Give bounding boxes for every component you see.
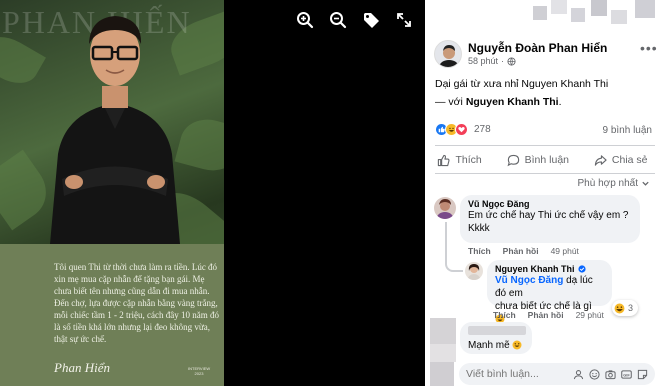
reply-author: Nguyen Khanh Thi	[495, 264, 604, 274]
commenter-avatar[interactable]	[434, 197, 456, 219]
zoom-in-icon[interactable]	[296, 11, 314, 29]
separator-dot: ·	[501, 56, 505, 66]
mention-link[interactable]: Vũ Ngọc Đăng	[495, 275, 563, 286]
reply-reply-button[interactable]: Phản hồi	[528, 310, 564, 320]
comment-text: Kkkk	[468, 223, 490, 234]
reaction-summary[interactable]: 278	[435, 123, 491, 136]
comment-label: Bình luận	[524, 154, 569, 166]
blurred-avatar	[430, 318, 456, 344]
blurred-avatar	[430, 362, 454, 386]
blurred-region	[551, 0, 567, 14]
share-button[interactable]: Chia sẻ	[594, 154, 648, 167]
blurred-region	[533, 6, 547, 20]
comment-text-content: Mạnh mẽ	[468, 340, 510, 351]
post-actions: Thích Bình luận Chia sẻ	[425, 150, 660, 170]
reply-reaction-count: 3	[628, 303, 634, 313]
reply-author-name[interactable]: Nguyen Khanh Thi	[495, 264, 575, 274]
reply-avatar[interactable]	[465, 262, 483, 280]
avatar-sticker-icon[interactable]	[573, 369, 584, 380]
blurred-region	[635, 0, 655, 18]
blurred-region	[611, 10, 627, 24]
reply-time[interactable]: 29 phút	[576, 310, 604, 320]
comment-sort-dropdown[interactable]: Phù hợp nhất	[578, 178, 651, 189]
comment-input[interactable]	[466, 368, 556, 380]
divider	[435, 173, 655, 174]
comment-time[interactable]: 49 phút	[551, 246, 579, 256]
reply-like-button[interactable]: Thích	[493, 310, 516, 320]
comment-reply-button[interactable]: Phản hồi	[503, 246, 539, 256]
post-text: Dại gái từ xưa nhỉ Nguyen Khanh Thi — vớ…	[435, 75, 655, 111]
blurred-commenter-name	[468, 326, 526, 335]
like-button[interactable]: Thích	[437, 154, 482, 167]
blurred-avatar	[430, 344, 456, 362]
reply-bubble: Nguyen Khanh Thi Vũ Ngọc Đăng dạ lúc đó …	[487, 260, 612, 324]
thumbs-up-icon	[438, 154, 450, 166]
blurred-region	[591, 0, 607, 16]
globe-icon	[507, 56, 516, 66]
author-name[interactable]: Nguyễn Đoàn Phan Hiển	[468, 41, 607, 55]
verified-badge-icon	[577, 265, 586, 273]
reply-meta: Thích Phản hồi 29 phút	[493, 310, 604, 320]
reply-reaction-chip[interactable]: 3	[612, 300, 639, 316]
comment-bubble: Vũ Ngọc Đăng Em ức chế hay Thi ức chế vậ…	[460, 195, 640, 243]
love-reaction-icon	[455, 123, 468, 136]
share-icon	[594, 154, 607, 166]
comment-meta: Thích Phản hồi 49 phút	[468, 246, 579, 256]
gif-icon[interactable]: GIF	[621, 369, 632, 380]
post-with-line: — với Nguyen Khanh Thi.	[435, 93, 655, 111]
svg-text:GIF: GIF	[623, 373, 630, 377]
camera-icon[interactable]	[605, 369, 616, 380]
commenter-name[interactable]: Vũ Ngọc Đăng	[468, 199, 632, 209]
root: PHAN HIẾN Tôi quen Thi từ thời chưa làm …	[0, 0, 660, 386]
comment-button[interactable]: Bình luận	[507, 154, 569, 167]
reaction-count: 278	[474, 124, 491, 135]
with-prefix: — với	[435, 96, 463, 108]
post-time[interactable]: 58 phút	[468, 56, 498, 66]
person-illustration	[50, 16, 180, 244]
like-label: Thích	[455, 154, 482, 166]
comment-input-box[interactable]: GIF	[459, 363, 655, 385]
reply-text: Vũ Ngọc Đăng dạ lúc đó em	[495, 274, 604, 300]
chevron-down-icon	[642, 181, 649, 186]
comment-bubble: Mạnh mẽ	[460, 322, 532, 354]
zoom-out-icon[interactable]	[329, 11, 347, 29]
share-label: Chia sẻ	[611, 154, 648, 166]
header-bar	[425, 0, 660, 34]
photo-signature: Phan Hiển	[54, 360, 110, 375]
photo-viewer: PHAN HIẾN Tôi quen Thi từ thời chưa làm …	[0, 0, 425, 386]
fullscreen-icon[interactable]	[395, 11, 413, 29]
with-suffix: .	[558, 96, 562, 108]
post-meta: 58 phút ·	[468, 56, 516, 66]
haha-reaction-icon	[614, 303, 625, 313]
author-avatar[interactable]	[434, 40, 462, 68]
post-text-line: Dại gái từ xưa nhỉ Nguyen Khanh Thi	[435, 78, 609, 90]
sort-label: Phù hợp nhất	[577, 178, 639, 189]
photo-caption: Tôi quen Thi từ thời chưa làm ra tiền. L…	[54, 262, 219, 344]
post-photo[interactable]: PHAN HIẾN Tôi quen Thi từ thời chưa làm …	[0, 0, 224, 386]
comment-text: Em ức chế hay Thi ức chế vậy em ?	[468, 210, 629, 221]
grinning-emoji-icon	[512, 340, 522, 350]
reply-thread-line	[445, 222, 463, 272]
photo-tag: INTERVIEW 2023	[188, 366, 211, 376]
comment-icon	[507, 154, 519, 166]
sticker-icon[interactable]	[637, 369, 648, 380]
comment-count[interactable]: 9 bình luận	[603, 125, 653, 136]
divider	[435, 145, 655, 146]
more-options-icon[interactable]: •••	[640, 40, 658, 56]
comment-text: Mạnh mẽ	[468, 339, 524, 352]
tagged-user-link[interactable]: Nguyen Khanh Thi	[466, 96, 559, 108]
input-toolbar: GIF	[573, 368, 648, 380]
blurred-region	[571, 8, 585, 22]
emoji-icon[interactable]	[589, 368, 600, 380]
post-panel: Nguyễn Đoàn Phan Hiển 58 phút · ••• Dại …	[425, 0, 660, 386]
tag-icon[interactable]	[362, 11, 380, 29]
comment-like-button[interactable]: Thích	[468, 246, 491, 256]
